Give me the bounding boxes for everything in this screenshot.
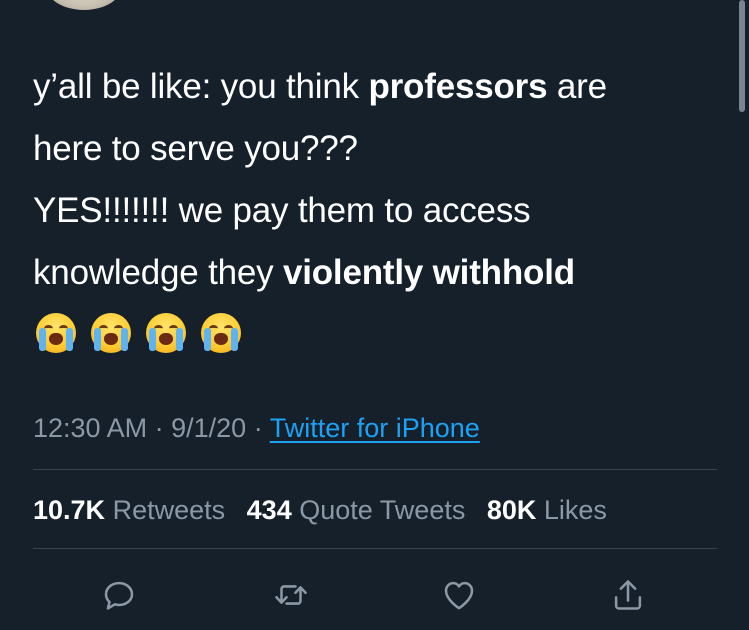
tweet-text-segment: here to serve you??? <box>33 129 358 168</box>
tweet-actions <box>0 573 749 617</box>
loudly-crying-face-icon <box>201 313 241 353</box>
tweet-text-bold: professors <box>368 67 548 106</box>
like-button[interactable] <box>437 573 481 617</box>
emoji-row <box>36 313 241 353</box>
tweet-stats: 10.7K Retweets 434 Quote Tweets 80K Like… <box>33 492 607 528</box>
loudly-crying-face-icon <box>36 313 76 353</box>
tweet-date[interactable]: 9/1/20 <box>171 413 246 443</box>
meta-separator: · <box>253 413 263 443</box>
retweets-label: Retweets <box>112 495 226 525</box>
scrollbar[interactable] <box>739 0 745 112</box>
tweet-line: knowledge they violently withhold <box>33 242 723 304</box>
tweet-line: y’all be like: you think professors are <box>33 56 723 118</box>
tweet-line: YES!!!!!!! we pay them to access <box>33 180 723 242</box>
tweet-meta: 12:30 AM · 9/1/20 · Twitter for iPhone <box>33 410 480 446</box>
tweet-text-segment: YES!!!!!!! we pay them to access <box>33 191 531 230</box>
reply-button[interactable] <box>97 573 141 617</box>
loudly-crying-face-icon <box>146 313 186 353</box>
retweets-stat[interactable]: 10.7K Retweets <box>33 495 225 525</box>
meta-separator: · <box>154 413 164 443</box>
quote-tweets-label: Quote Tweets <box>299 495 466 525</box>
tweet-source-link[interactable]: Twitter for iPhone <box>270 413 480 443</box>
tweet-text-segment: knowledge they <box>33 253 283 292</box>
heart-icon <box>444 581 474 610</box>
quote-tweets-stat[interactable]: 434 Quote Tweets <box>247 495 466 525</box>
avatar[interactable] <box>46 0 122 10</box>
share-icon <box>614 580 642 610</box>
tweet-text: y’all be like: you think professors are … <box>33 56 723 304</box>
divider <box>33 548 717 549</box>
loudly-crying-face-icon <box>91 313 131 353</box>
retweet-button[interactable] <box>269 573 313 617</box>
likes-count: 80K <box>486 495 537 525</box>
tweet-text-bold: violently withhold <box>282 253 575 292</box>
likes-stat[interactable]: 80K Likes <box>487 495 607 525</box>
divider <box>33 469 717 470</box>
tweet-line: here to serve you??? <box>33 118 723 180</box>
reply-icon <box>104 581 134 610</box>
quote-tweets-count: 434 <box>246 495 292 525</box>
retweets-count: 10.7K <box>33 495 106 525</box>
retweet-icon <box>275 585 307 605</box>
tweet-text-segment: are <box>547 67 607 106</box>
likes-label: Likes <box>543 495 607 525</box>
tweet-time[interactable]: 12:30 AM <box>33 413 147 443</box>
tweet-text-segment: y’all be like: you think <box>33 67 369 106</box>
share-button[interactable] <box>606 573 650 617</box>
